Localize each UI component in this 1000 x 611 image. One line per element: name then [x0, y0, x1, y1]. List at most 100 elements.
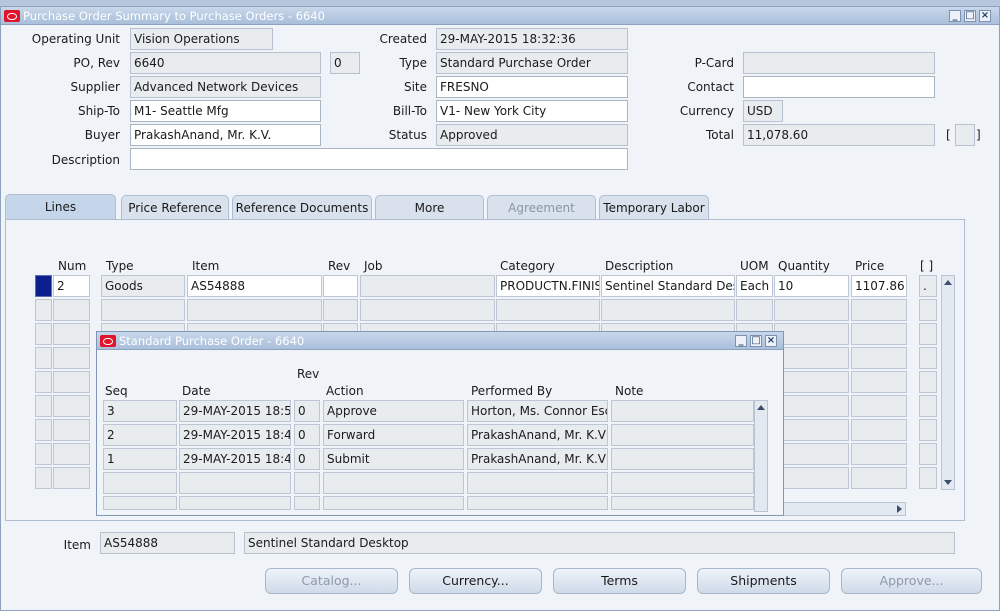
- created-field[interactable]: 29-MAY-2015 18:32:36: [436, 28, 628, 50]
- line-quantity-cell[interactable]: 10: [774, 275, 849, 297]
- empty-history-cell[interactable]: [611, 472, 754, 494]
- dialog-close-icon[interactable]: ×: [765, 335, 777, 347]
- scroll-down-icon[interactable]: [944, 480, 952, 485]
- empty-history-cell[interactable]: [467, 496, 608, 510]
- empty-grid-cell[interactable]: [851, 299, 907, 321]
- tab-more[interactable]: More: [375, 195, 484, 219]
- empty-grid-cell[interactable]: [53, 347, 90, 369]
- empty-grid-cell[interactable]: [53, 323, 90, 345]
- empty-grid-cell[interactable]: [53, 395, 90, 417]
- history-rev-cell[interactable]: 0: [294, 400, 320, 422]
- operating-unit-field[interactable]: Vision Operations: [130, 28, 273, 50]
- catalog-button[interactable]: Catalog...: [265, 568, 398, 594]
- history-performed-by-cell[interactable]: PrakashAnand, Mr. K.V: [467, 448, 608, 470]
- history-note-cell[interactable]: [611, 448, 754, 470]
- empty-grid-cell[interactable]: [736, 299, 773, 321]
- po-number-field[interactable]: 6640: [130, 52, 321, 74]
- empty-grid-cell[interactable]: [919, 395, 937, 417]
- lines-vertical-scrollbar[interactable]: [941, 275, 955, 490]
- empty-grid-cell[interactable]: [187, 299, 322, 321]
- empty-grid-cell[interactable]: [774, 467, 849, 489]
- empty-grid-cell[interactable]: [35, 419, 52, 441]
- line-job-cell[interactable]: [360, 275, 495, 297]
- footer-item-field[interactable]: AS54888: [100, 532, 235, 554]
- empty-grid-cell[interactable]: [53, 467, 90, 489]
- empty-grid-cell[interactable]: [101, 299, 185, 321]
- empty-grid-cell[interactable]: [851, 323, 907, 345]
- history-performed-by-cell[interactable]: PrakashAnand, Mr. K.V: [467, 424, 608, 446]
- dialog-vertical-scrollbar[interactable]: [754, 400, 768, 512]
- supplier-field[interactable]: Advanced Network Devices: [130, 76, 321, 98]
- line-uom-cell[interactable]: Each: [736, 275, 773, 297]
- line-rev-cell[interactable]: [323, 275, 358, 297]
- empty-history-cell[interactable]: [611, 496, 754, 510]
- history-rev-cell[interactable]: 0: [294, 424, 320, 446]
- empty-history-cell[interactable]: [179, 472, 291, 494]
- approve-button[interactable]: Approve...: [841, 568, 982, 594]
- empty-grid-cell[interactable]: [35, 371, 52, 393]
- pcard-field[interactable]: [743, 52, 935, 74]
- empty-grid-cell[interactable]: [851, 419, 907, 441]
- empty-grid-cell[interactable]: [35, 299, 52, 321]
- empty-grid-cell[interactable]: [774, 347, 849, 369]
- empty-grid-cell[interactable]: [35, 395, 52, 417]
- dialog-maximize-icon[interactable]: □: [750, 335, 762, 347]
- empty-grid-cell[interactable]: [851, 467, 907, 489]
- empty-grid-cell[interactable]: [851, 371, 907, 393]
- history-seq-cell[interactable]: 1: [103, 448, 177, 470]
- history-action-cell[interactable]: Approve: [323, 400, 464, 422]
- terms-button[interactable]: Terms: [553, 568, 686, 594]
- scroll-right-icon[interactable]: [897, 505, 902, 513]
- line-flex-cell[interactable]: .: [919, 275, 937, 297]
- history-note-cell[interactable]: [611, 400, 754, 422]
- close-icon[interactable]: ×: [979, 10, 991, 22]
- row-selector-current[interactable]: [35, 275, 52, 297]
- maximize-icon[interactable]: □: [964, 10, 976, 22]
- empty-grid-cell[interactable]: [851, 395, 907, 417]
- empty-grid-cell[interactable]: [919, 443, 937, 465]
- empty-history-cell[interactable]: [294, 496, 320, 510]
- type-field[interactable]: Standard Purchase Order: [436, 52, 628, 74]
- empty-grid-cell[interactable]: [774, 419, 849, 441]
- empty-grid-cell[interactable]: [53, 371, 90, 393]
- history-date-cell[interactable]: 29-MAY-2015 18:4: [179, 448, 291, 470]
- empty-grid-cell[interactable]: [851, 347, 907, 369]
- history-action-cell[interactable]: Forward: [323, 424, 464, 446]
- line-description-cell[interactable]: Sentinel Standard Desktop: [601, 275, 735, 297]
- empty-grid-cell[interactable]: [360, 299, 495, 321]
- currency-field[interactable]: USD: [743, 100, 783, 122]
- empty-grid-cell[interactable]: [774, 323, 849, 345]
- site-field[interactable]: FRESNO: [436, 76, 628, 98]
- history-date-cell[interactable]: 29-MAY-2015 18:5: [179, 400, 291, 422]
- empty-grid-cell[interactable]: [774, 371, 849, 393]
- empty-grid-cell[interactable]: [53, 443, 90, 465]
- empty-grid-cell[interactable]: [774, 443, 849, 465]
- empty-grid-cell[interactable]: [919, 419, 937, 441]
- empty-grid-cell[interactable]: [53, 299, 90, 321]
- line-category-cell[interactable]: PRODUCTN.FINISHED: [496, 275, 600, 297]
- shipments-button[interactable]: Shipments: [697, 568, 830, 594]
- tab-temporary-labor[interactable]: Temporary Labor: [599, 195, 709, 219]
- empty-grid-cell[interactable]: [851, 443, 907, 465]
- ship-to-field[interactable]: M1- Seattle Mfg: [130, 100, 321, 122]
- history-date-cell[interactable]: 29-MAY-2015 18:4: [179, 424, 291, 446]
- empty-history-cell[interactable]: [467, 472, 608, 494]
- line-price-cell[interactable]: 1107.86: [851, 275, 907, 297]
- empty-grid-cell[interactable]: [496, 299, 600, 321]
- footer-item-description-field[interactable]: Sentinel Standard Desktop: [244, 532, 955, 554]
- contact-field[interactable]: [743, 76, 935, 98]
- description-field[interactable]: [130, 148, 628, 170]
- minimize-icon[interactable]: _: [949, 10, 961, 22]
- empty-grid-cell[interactable]: [919, 347, 937, 369]
- window-titlebar[interactable]: Purchase Order Summary to Purchase Order…: [1, 7, 999, 25]
- empty-grid-cell[interactable]: [919, 323, 937, 345]
- history-seq-cell[interactable]: 3: [103, 400, 177, 422]
- dialog-scroll-up-icon[interactable]: [757, 405, 765, 410]
- empty-grid-cell[interactable]: [601, 299, 735, 321]
- tab-lines[interactable]: Lines: [5, 194, 116, 220]
- history-seq-cell[interactable]: 2: [103, 424, 177, 446]
- buyer-field[interactable]: PrakashAnand, Mr. K.V.: [130, 124, 321, 146]
- empty-grid-cell[interactable]: [35, 443, 52, 465]
- empty-history-cell[interactable]: [179, 496, 291, 510]
- empty-grid-cell[interactable]: [35, 323, 52, 345]
